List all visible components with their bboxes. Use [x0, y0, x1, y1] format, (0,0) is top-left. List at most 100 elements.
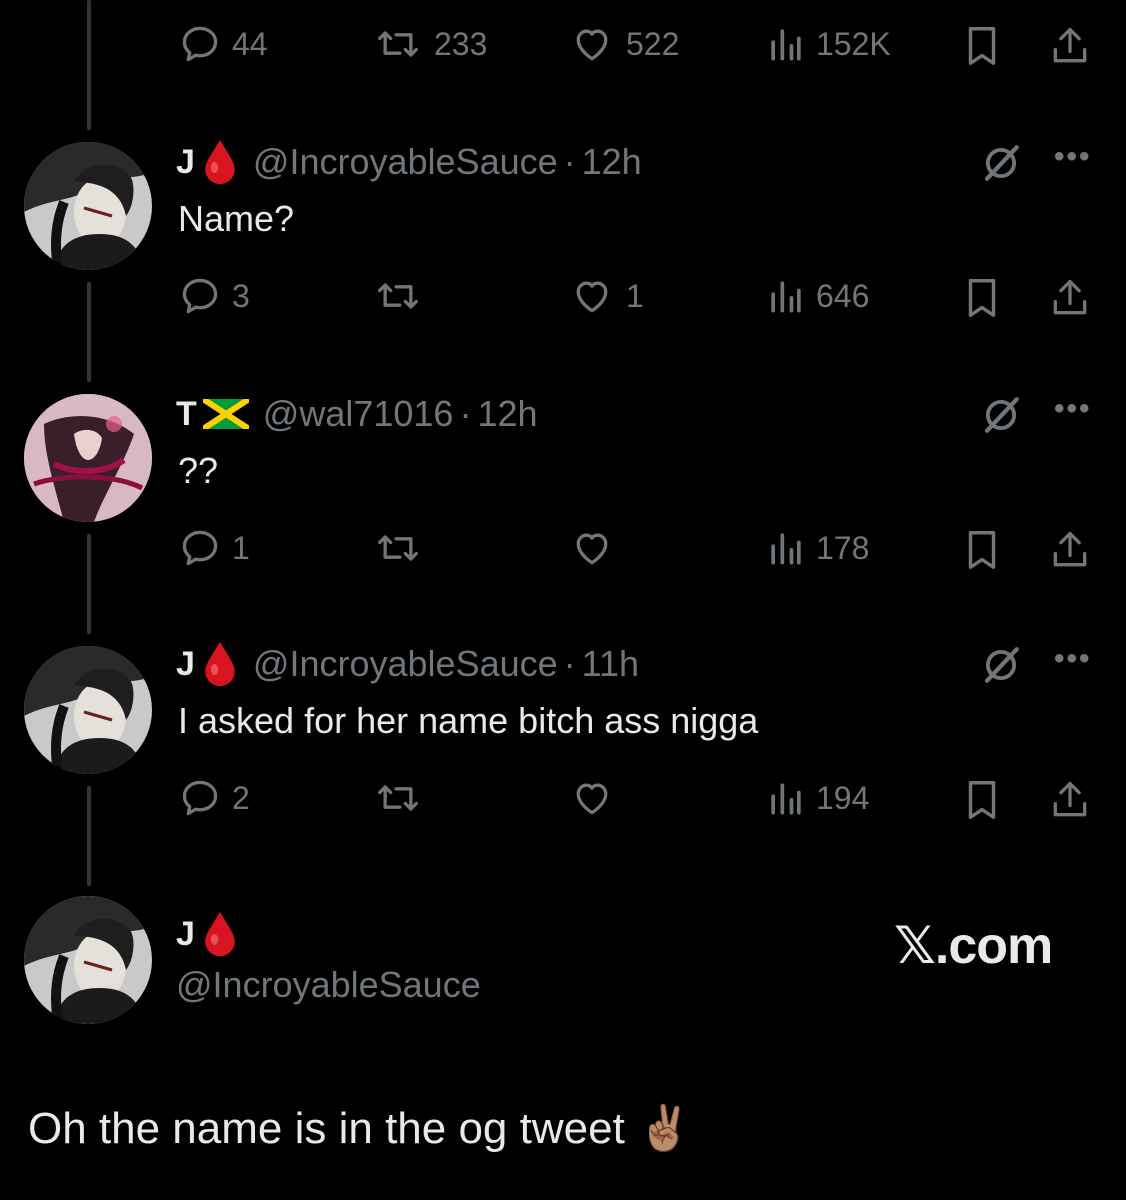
- timestamp[interactable]: 12h: [582, 141, 642, 183]
- views-count: 194: [816, 779, 870, 816]
- repost-button[interactable]: [372, 524, 424, 572]
- share-button[interactable]: [1046, 274, 1094, 322]
- reply-button[interactable]: 3: [178, 272, 250, 320]
- views-count: 646: [816, 277, 870, 314]
- handle[interactable]: @IncroyableSauce: [253, 141, 558, 183]
- views-button[interactable]: 646: [766, 272, 869, 320]
- grok-icon: [984, 397, 1019, 433]
- share-button[interactable]: [1046, 776, 1094, 824]
- grok-icon: [984, 145, 1019, 181]
- repost-count: 233: [434, 25, 488, 62]
- views-button[interactable]: 194: [766, 774, 869, 822]
- like-button[interactable]: [568, 774, 616, 822]
- bookmark-icon: [968, 781, 996, 819]
- display-name[interactable]: J: [176, 915, 195, 954]
- views-icon: [771, 783, 801, 815]
- author-name-row: J: [176, 910, 239, 958]
- grok-button[interactable]: [978, 140, 1024, 186]
- timestamp[interactable]: 12h: [477, 393, 537, 435]
- x-brand-logo: 𝕏.com: [894, 917, 1053, 975]
- heart-icon: [576, 533, 608, 565]
- separator: ·: [563, 141, 576, 182]
- share-icon: [1053, 27, 1087, 63]
- repost-button[interactable]: 233: [372, 20, 487, 68]
- like-count: 1: [626, 277, 644, 314]
- display-name[interactable]: J: [176, 645, 195, 684]
- share-icon: [1053, 781, 1087, 817]
- repost-button[interactable]: [372, 774, 424, 822]
- heart-icon: [576, 783, 608, 815]
- reply-icon: [182, 780, 218, 816]
- display-name[interactable]: J: [176, 143, 195, 182]
- thread-line: [87, 534, 91, 634]
- reply-button[interactable]: 44: [178, 20, 268, 68]
- bookmark-icon: [968, 279, 996, 317]
- views-icon: [771, 29, 801, 61]
- avatar[interactable]: [24, 646, 152, 774]
- repost-icon: [378, 31, 418, 57]
- more-options-icon[interactable]: •••: [1054, 392, 1092, 426]
- separator: ·: [563, 643, 576, 684]
- share-icon: [1053, 531, 1087, 567]
- like-count: 522: [626, 25, 680, 62]
- avatar[interactable]: [24, 896, 152, 1024]
- reply-header: J @IncroyableSauce · 12h: [176, 138, 642, 186]
- bookmark-icon: [968, 531, 996, 569]
- views-button[interactable]: 178: [766, 524, 869, 572]
- tweet-text: Oh the name is in the og tweet ✌🏽: [28, 1104, 692, 1153]
- share-icon: [1053, 279, 1087, 315]
- reply-icon: [182, 530, 218, 566]
- reply-count: 3: [232, 277, 250, 314]
- reply-count: 1: [232, 529, 250, 566]
- more-options-icon[interactable]: •••: [1054, 140, 1092, 174]
- like-button[interactable]: [568, 524, 616, 572]
- handle[interactable]: @IncroyableSauce: [176, 964, 481, 1006]
- repost-icon: [378, 785, 418, 811]
- reply-icon: [182, 278, 218, 314]
- reply-button[interactable]: 2: [178, 774, 250, 822]
- reply-text: I asked for her name bitch ass nigga: [178, 700, 759, 741]
- grok-button[interactable]: [978, 392, 1024, 438]
- heart-icon: [576, 281, 608, 313]
- blood-drop-icon: [201, 138, 239, 186]
- thread-line: [87, 0, 91, 130]
- heart-icon: [576, 29, 608, 61]
- reply-count: 2: [232, 779, 250, 816]
- repost-icon: [378, 535, 418, 561]
- jamaica-flag-icon: [202, 399, 249, 429]
- like-button[interactable]: 522: [568, 20, 679, 68]
- avatar[interactable]: [24, 394, 152, 522]
- bookmark-button[interactable]: [960, 274, 1004, 322]
- bookmark-button[interactable]: [960, 22, 1004, 70]
- handle[interactable]: @wal71016: [263, 393, 454, 435]
- blood-drop-icon: [201, 910, 239, 958]
- reply-icon: [182, 26, 218, 62]
- views-count: 152K: [816, 25, 891, 62]
- bookmark-button[interactable]: [960, 776, 1004, 824]
- repost-icon: [378, 283, 418, 309]
- reply-header: T @wal71016 · 12h: [176, 390, 538, 438]
- repost-button[interactable]: [372, 272, 424, 320]
- blood-drop-icon: [201, 640, 239, 688]
- reply-button[interactable]: 1: [178, 524, 250, 572]
- reply-header: J @IncroyableSauce · 11h: [176, 640, 639, 688]
- like-button[interactable]: 1: [568, 272, 644, 320]
- views-button[interactable]: 152K: [766, 20, 891, 68]
- more-options-icon[interactable]: •••: [1054, 642, 1092, 676]
- bookmark-button[interactable]: [960, 526, 1004, 574]
- timestamp[interactable]: 11h: [582, 643, 639, 685]
- separator: ·: [459, 393, 472, 434]
- thread-line: [87, 282, 91, 382]
- share-button[interactable]: [1046, 526, 1094, 574]
- share-button[interactable]: [1046, 22, 1094, 70]
- grok-icon: [984, 647, 1019, 683]
- display-name[interactable]: T: [176, 395, 197, 434]
- reply-count: 44: [232, 25, 268, 62]
- grok-button[interactable]: [978, 642, 1024, 688]
- thread-line: [87, 786, 91, 886]
- handle[interactable]: @IncroyableSauce: [253, 643, 558, 685]
- views-count: 178: [816, 529, 870, 566]
- views-icon: [771, 281, 801, 313]
- reply-text: Name?: [178, 198, 295, 239]
- avatar[interactable]: [24, 142, 152, 270]
